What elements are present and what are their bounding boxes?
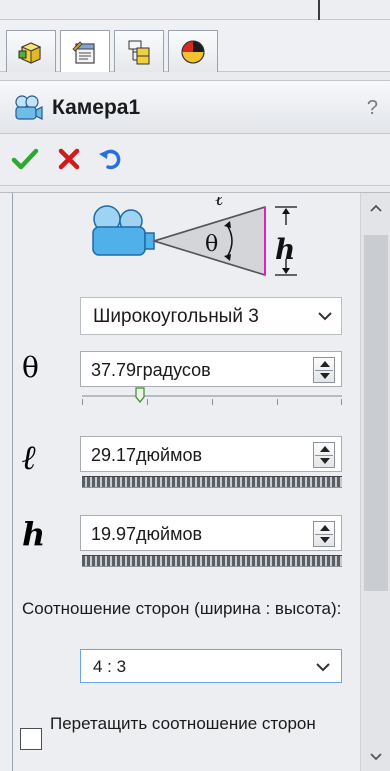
distance-symbol: ℓ bbox=[22, 438, 37, 478]
spin-up-icon bbox=[320, 525, 330, 531]
height-thumbwheel[interactable] bbox=[82, 555, 342, 567]
property-manager-header: Камера1 ? bbox=[0, 80, 390, 134]
cancel-button[interactable] bbox=[54, 144, 84, 174]
scroll-up-button[interactable] bbox=[361, 193, 390, 223]
height-field[interactable]: 19.97дюймов bbox=[80, 515, 342, 551]
svg-text:h: h bbox=[275, 233, 295, 266]
drag-aspect-ratio-label: Перетащить соотношение сторон bbox=[50, 714, 316, 733]
svg-text:θ: θ bbox=[205, 232, 218, 257]
tab-configuration-manager[interactable] bbox=[114, 30, 164, 72]
drag-aspect-ratio-checkbox[interactable] bbox=[20, 728, 42, 750]
camera-field-of-view-diagram: θ ℓ h bbox=[92, 197, 297, 277]
camera-feature-icon bbox=[15, 95, 43, 120]
vertical-scrollbar[interactable] bbox=[360, 193, 390, 771]
spinner-divider bbox=[315, 455, 333, 456]
slider-thumb[interactable] bbox=[135, 387, 145, 403]
cube-tree-icon bbox=[18, 41, 42, 64]
spinner-divider bbox=[315, 534, 333, 535]
lens-preset-value: Широкоугольный 3 bbox=[93, 306, 259, 327]
configuration-icon bbox=[128, 40, 150, 64]
chevron-down-icon bbox=[318, 312, 332, 321]
action-bar bbox=[0, 134, 390, 186]
slider-tick bbox=[147, 399, 148, 405]
angle-value: 37.79градусов bbox=[91, 360, 211, 380]
page-title: Камера1 bbox=[52, 96, 141, 119]
angle-field[interactable]: 37.79градусов bbox=[80, 351, 342, 387]
slider-tick bbox=[277, 399, 278, 405]
slider-tick bbox=[341, 399, 342, 405]
help-icon[interactable]: ? bbox=[367, 97, 378, 120]
distance-value: 29.17дюймов bbox=[91, 445, 203, 465]
undo-button[interactable] bbox=[96, 144, 126, 174]
chevron-down-icon bbox=[370, 753, 382, 761]
aspect-ratio-label: Соотношение сторон (ширина : высота): bbox=[22, 599, 342, 618]
camera-icon bbox=[92, 205, 155, 256]
lens-preset-select[interactable]: Широкоугольный 3 bbox=[80, 297, 342, 335]
height-value: 19.97дюймов bbox=[91, 524, 203, 544]
tab-feature-manager[interactable] bbox=[6, 30, 56, 72]
slider-track bbox=[82, 395, 342, 397]
spin-up-icon bbox=[320, 446, 330, 452]
distance-thumbwheel[interactable] bbox=[82, 476, 342, 488]
distance-field[interactable]: 29.17дюймов bbox=[80, 436, 342, 472]
group-border bbox=[12, 193, 13, 771]
chevron-up-icon bbox=[370, 204, 382, 212]
spin-up-icon bbox=[320, 361, 330, 367]
distance-spinner[interactable] bbox=[313, 442, 335, 468]
manager-tabs bbox=[0, 20, 390, 72]
top-strip bbox=[0, 0, 390, 20]
undo-icon bbox=[99, 149, 121, 170]
scroll-thumb[interactable] bbox=[364, 235, 388, 591]
tab-property-manager[interactable] bbox=[60, 30, 110, 72]
spinner-divider bbox=[315, 370, 333, 371]
height-spinner[interactable] bbox=[313, 521, 335, 547]
angle-spinner[interactable] bbox=[313, 357, 335, 383]
angle-symbol: θ bbox=[22, 351, 39, 384]
top-divider bbox=[318, 0, 320, 20]
aspect-ratio-select[interactable]: 4 : 3 bbox=[80, 649, 342, 683]
svg-text:ℓ: ℓ bbox=[215, 197, 224, 210]
camera-properties-panel: θ ℓ h Широкоугольный 3 θ 37.79градусов ℓ… bbox=[0, 192, 390, 771]
ok-button[interactable] bbox=[10, 144, 40, 174]
height-symbol: h bbox=[22, 515, 46, 553]
spin-down-icon bbox=[320, 537, 330, 543]
x-icon bbox=[58, 148, 80, 170]
spin-down-icon bbox=[320, 458, 330, 464]
tab-display-manager[interactable] bbox=[168, 30, 218, 72]
slider-tick bbox=[212, 399, 213, 405]
chevron-down-icon bbox=[316, 663, 330, 672]
property-sheet-icon bbox=[72, 40, 95, 64]
aspect-ratio-value: 4 : 3 bbox=[93, 657, 127, 676]
angle-slider[interactable] bbox=[82, 387, 342, 405]
scroll-down-button[interactable] bbox=[361, 742, 390, 771]
appearance-sphere-icon bbox=[181, 40, 205, 63]
check-icon bbox=[11, 148, 39, 170]
spin-down-icon bbox=[320, 373, 330, 379]
slider-tick bbox=[82, 399, 83, 405]
